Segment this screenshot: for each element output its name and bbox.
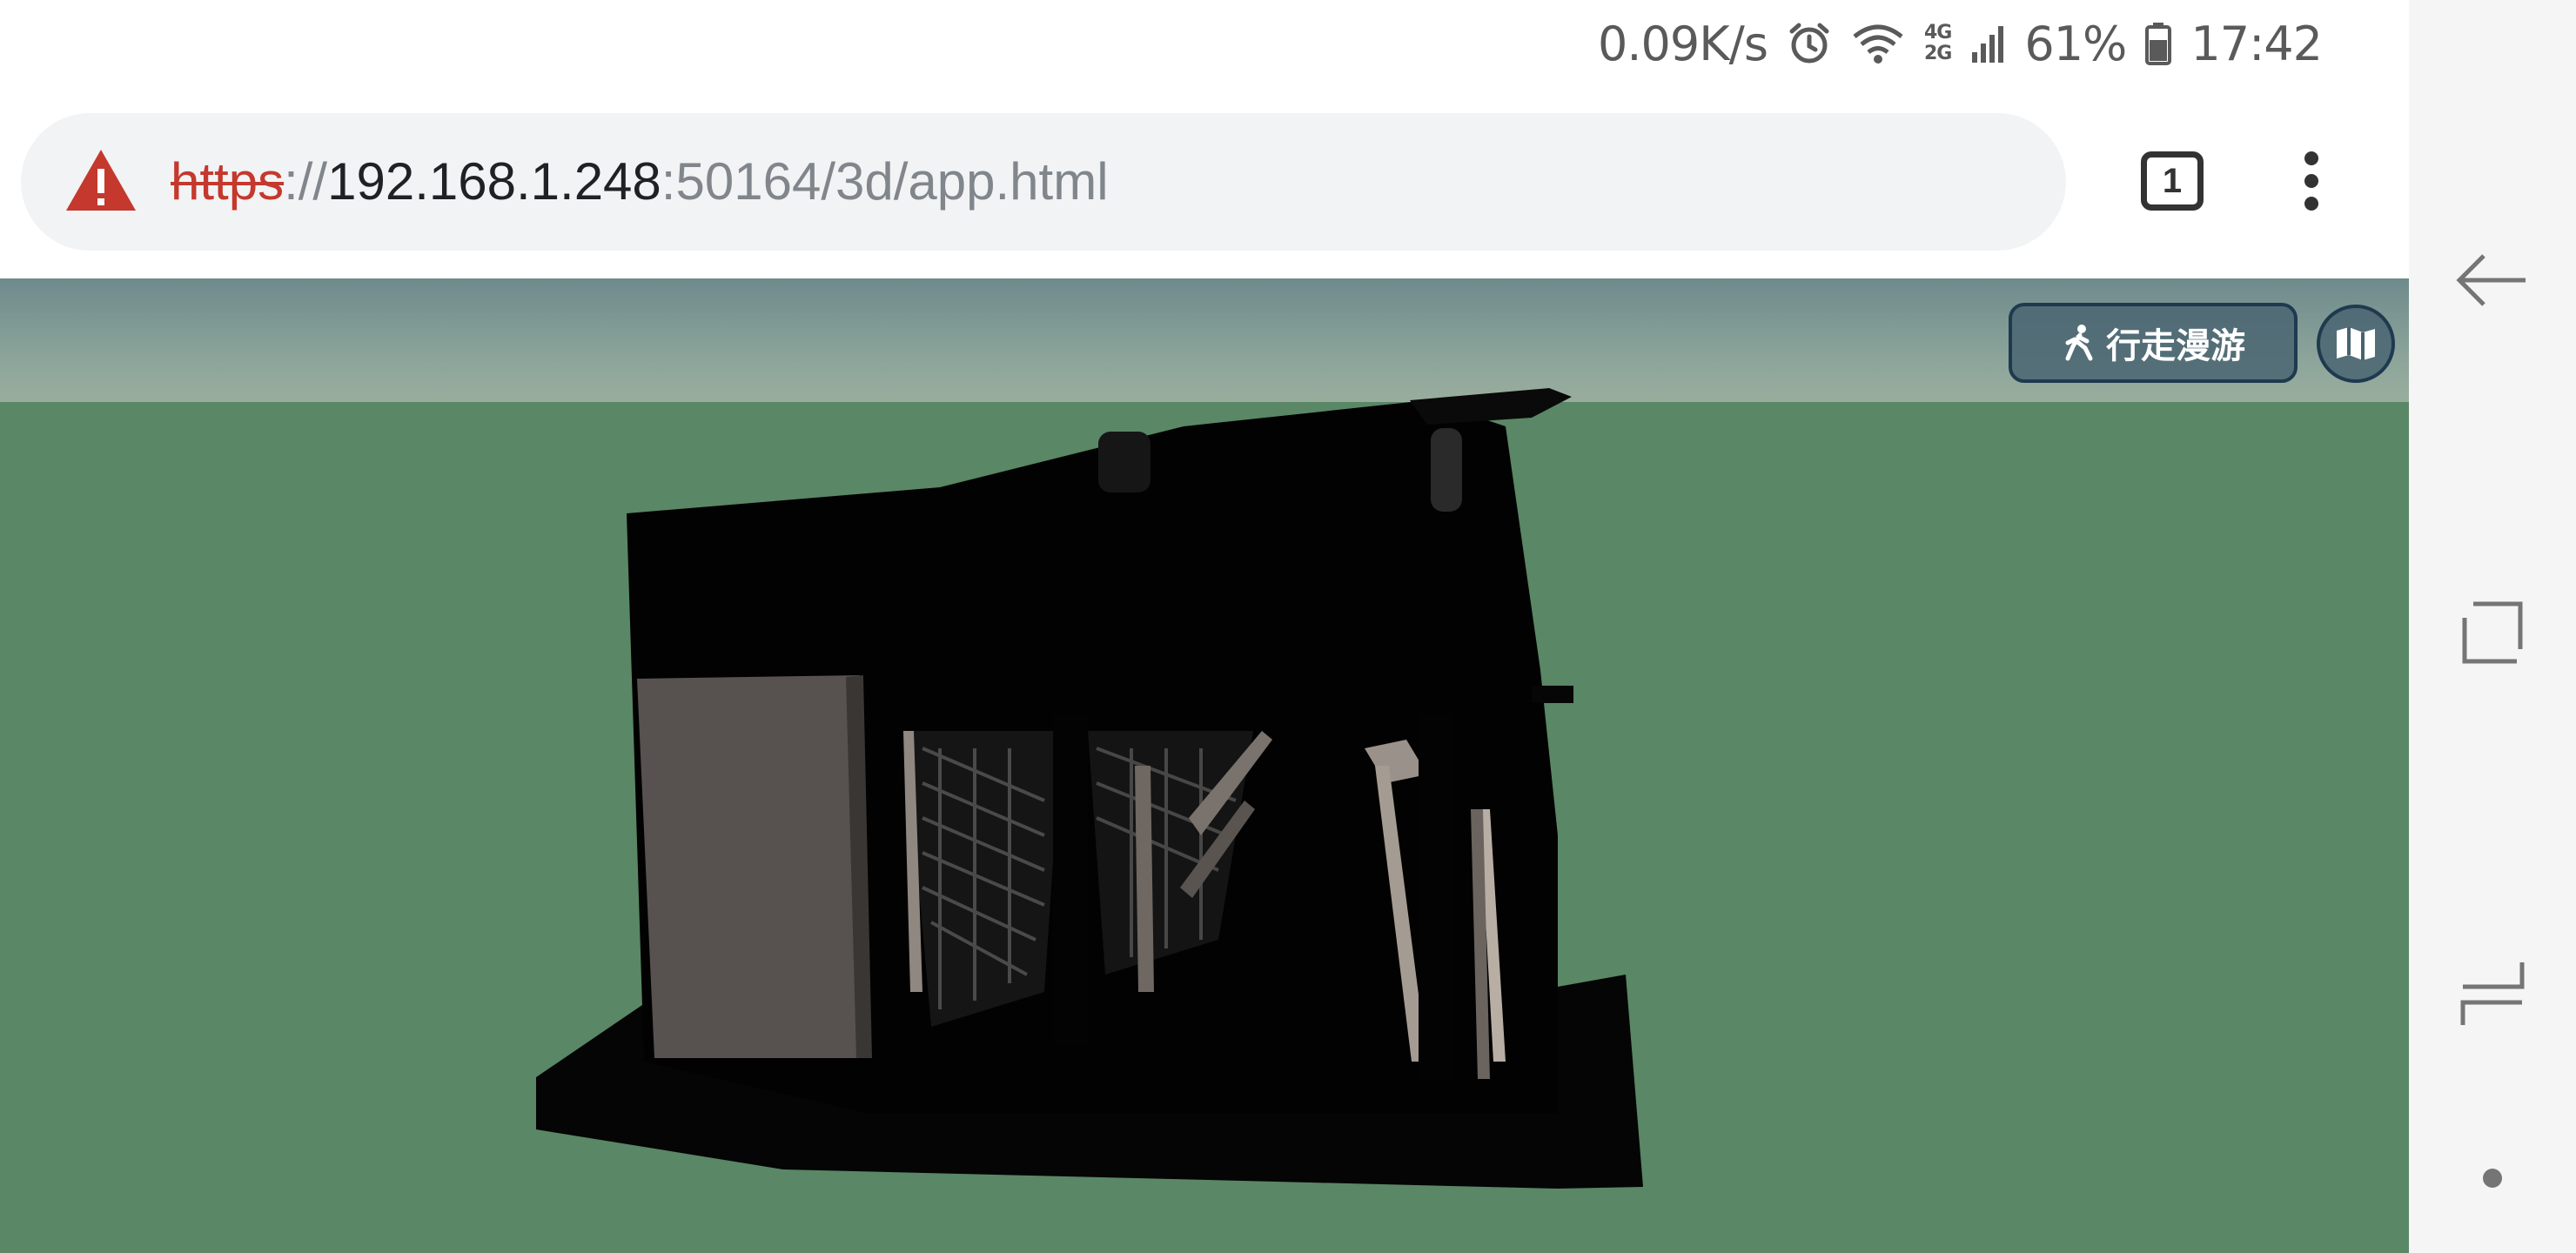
3d-viewport[interactable]: 行走漫游: [0, 278, 2409, 1253]
model-cylinder: [1431, 428, 1462, 512]
menu-dot-icon: [2304, 174, 2318, 188]
url-text[interactable]: https://192.168.1.248:50164/3d/app.html: [171, 113, 1109, 251]
wifi-icon: [1851, 21, 1905, 66]
navigation-bar: [2409, 0, 2576, 1253]
url-separator: ://: [284, 152, 328, 211]
signal-icon: [1970, 21, 2005, 66]
menu-dot-icon: [2304, 197, 2318, 211]
model-exhaust: [1410, 388, 1572, 425]
browser-toolbar: https://192.168.1.248:50164/3d/app.html …: [0, 87, 2409, 278]
map-icon: [2337, 327, 2375, 360]
battery-icon: [2145, 21, 2172, 66]
more-menu-button[interactable]: [2291, 151, 2332, 211]
url-path: :50164/3d/app.html: [661, 152, 1109, 211]
model-column: [1053, 714, 1088, 1044]
url-scheme: https: [171, 152, 285, 211]
not-secure-warning-icon[interactable]: [64, 148, 138, 212]
alarm-icon: [1787, 21, 1832, 66]
status-bar: 0.09K/s 4G 2G 61% 17:42: [0, 0, 2409, 87]
network-type-top: 4G: [1923, 22, 1952, 44]
model-side-tab: [1532, 686, 1573, 703]
3d-model-render[interactable]: [0, 278, 2409, 1253]
walking-person-icon: [2065, 325, 2093, 361]
back-icon[interactable]: [2452, 240, 2532, 320]
map-button[interactable]: [2317, 305, 2395, 383]
tab-switcher-button[interactable]: 1: [2141, 151, 2204, 211]
model-side-panel: [637, 675, 869, 1058]
battery-percent: 61%: [2024, 16, 2127, 71]
home-icon[interactable]: [2452, 948, 2532, 1029]
network-speed: 0.09K/s: [1597, 16, 1768, 71]
walk-mode-button[interactable]: 行走漫游: [2009, 303, 2298, 383]
phone-screen: 0.09K/s 4G 2G 61% 17:42 https://192.168.…: [0, 0, 2576, 1253]
address-bar[interactable]: https://192.168.1.248:50164/3d/app.html: [21, 113, 2066, 251]
network-type-icon: 4G 2G: [1923, 22, 1952, 64]
model-column: [1419, 714, 1453, 1079]
dot-icon[interactable]: [2452, 1138, 2532, 1218]
menu-dot-icon: [2304, 151, 2318, 165]
model-cylinder: [1098, 432, 1150, 492]
recents-icon[interactable]: [2452, 592, 2532, 672]
clock: 17:42: [2190, 16, 2323, 71]
network-type-bottom: 2G: [1923, 43, 1952, 64]
status-indicators: 0.09K/s 4G 2G 61% 17:42: [1597, 0, 2323, 87]
url-host: 192.168.1.248: [327, 152, 661, 211]
walk-mode-label: 行走漫游: [2106, 326, 2245, 366]
